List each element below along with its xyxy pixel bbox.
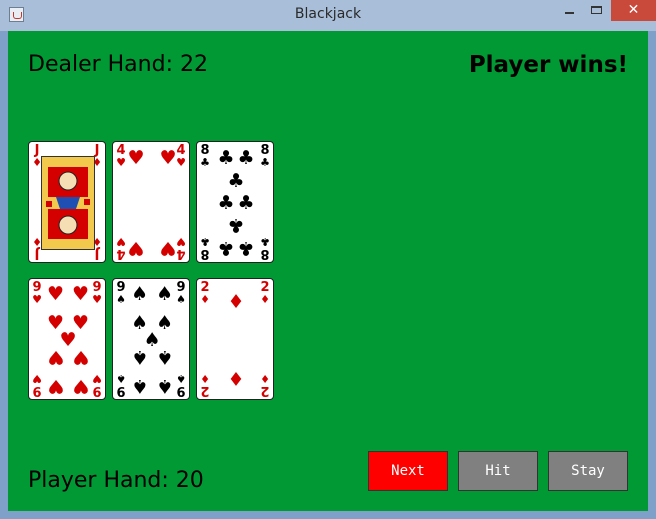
maximize-icon [591, 6, 602, 14]
card-rank: 8 [200, 246, 210, 261]
result-message: Player wins! [468, 52, 628, 78]
card-pips: ♣ ♣ ♣ ♣ ♣ ♣ ♣ ♣ [211, 149, 261, 259]
suit-pip-icon: ♠ [155, 374, 174, 397]
dealer-card: 8 ♣ 8 ♣ 8 ♣ 8 ♣ ♣ ♣ ♣ ♣ ♣ ♣ ♣ ♣ [196, 141, 274, 263]
card-rank: 2 [260, 383, 270, 398]
card-corner-index: 2 ♦ [199, 281, 211, 306]
card-corner-index: 8 ♣ [199, 144, 211, 169]
card-rank: 8 [260, 246, 270, 261]
suit-pip-icon: ♦ [227, 291, 245, 314]
card-rank: 9 [116, 383, 126, 398]
card-rank: 9 [176, 383, 186, 398]
card-pips: ♠ ♠ ♠ ♠ ♠ ♠ ♠ ♠ ♠ [127, 285, 177, 397]
card-rank: 2 [200, 383, 210, 398]
card-corner-index: 2 ♦ [199, 372, 211, 398]
minimize-button[interactable] [556, 0, 583, 21]
card-rank: 4 [116, 246, 126, 261]
player-card: 9 ♠ 9 ♠ 9 ♠ 9 ♠ ♠ ♠ ♠ ♠ ♠ ♠ ♠ ♠ ♠ [112, 278, 190, 400]
suit-pip-icon: ♣ [237, 191, 255, 214]
card-corner-index: 8 ♣ [199, 235, 211, 261]
card-suit-icon: ♣ [200, 156, 210, 169]
card-rank: J [94, 246, 100, 261]
jack-face-art [41, 156, 95, 250]
card-suit-icon: ♥ [32, 372, 42, 385]
suit-pip-icon: ♥ [46, 283, 65, 306]
suit-pip-icon: ♥ [46, 374, 65, 397]
card-corner-index: 9 ♠ [115, 281, 127, 306]
card-rank: 9 [92, 383, 102, 398]
player-card: 9 ♥ 9 ♥ 9 ♥ 9 ♥ ♥ ♥ ♥ ♥ ♥ ♥ ♥ ♥ ♥ [28, 278, 106, 400]
suit-pip-icon: ♥ [71, 346, 90, 369]
card-pips: ♥ ♥ ♥ ♥ [127, 149, 177, 259]
suit-pip-icon: ♣ [217, 147, 235, 170]
card-corner-index: 9 ♥ [31, 372, 43, 398]
suit-pip-icon: ♠ [130, 346, 149, 369]
minimize-icon [565, 12, 574, 14]
suit-pip-icon: ♣ [237, 147, 255, 170]
card-pips: ♦ ♦ [211, 291, 261, 389]
suit-pip-icon: ♥ [46, 346, 65, 369]
suit-pip-icon: ♠ [130, 283, 149, 306]
game-table: Dealer Hand: 22 Player wins! J ♦ J ♦ J ♦ J ♦ 4 ♥ 4… [8, 31, 648, 511]
close-button[interactable]: ✕ [611, 0, 656, 21]
suit-pip-icon: ♥ [127, 236, 145, 259]
card-pips: ♥ ♥ ♥ ♥ ♥ ♥ ♥ ♥ ♥ [43, 285, 93, 397]
suit-pip-icon: ♦ [227, 366, 245, 389]
suit-pip-icon: ♣ [227, 169, 245, 192]
suit-pip-icon: ♠ [130, 374, 149, 397]
suit-pip-icon: ♥ [71, 283, 90, 306]
app-window: Blackjack ✕ Dealer Hand: 22 Player wins!… [0, 0, 656, 519]
dealer-hand-label: Dealer Hand: 22 [28, 52, 208, 77]
suit-pip-icon: ♥ [159, 147, 177, 170]
suit-pip-icon: ♥ [127, 147, 145, 170]
card-corner-index: 9 ♠ [115, 372, 127, 398]
maximize-button[interactable] [583, 0, 610, 21]
card-suit-icon: ♠ [116, 372, 126, 385]
dealer-card: J ♦ J ♦ J ♦ J ♦ [28, 141, 106, 263]
card-suit-icon: ♦ [200, 372, 210, 385]
card-suit-icon: ♣ [200, 235, 210, 248]
close-icon: ✕ [627, 2, 640, 18]
title-bar[interactable]: Blackjack ✕ [0, 0, 656, 31]
card-suit-icon: ♥ [32, 293, 42, 306]
stay-button[interactable]: Stay [548, 451, 628, 491]
next-button[interactable]: Next [368, 451, 448, 491]
suit-pip-icon: ♠ [155, 283, 174, 306]
suit-pip-icon: ♥ [71, 374, 90, 397]
suit-pip-icon: ♣ [217, 191, 235, 214]
player-card: 2 ♦ 2 ♦ 2 ♦ 2 ♦ ♦ ♦ [196, 278, 274, 400]
card-rank: J [34, 246, 40, 261]
dealer-card: 4 ♥ 4 ♥ 4 ♥ 4 ♥ ♥ ♥ ♥ ♥ [112, 141, 190, 263]
card-suit-icon: ♠ [116, 293, 126, 306]
card-corner-index: 9 ♥ [31, 281, 43, 306]
card-rank: 9 [32, 383, 42, 398]
card-suit-icon: ♦ [200, 293, 210, 306]
suit-pip-icon: ♣ [237, 236, 255, 259]
suit-pip-icon: ♣ [227, 214, 245, 237]
suit-pip-icon: ♣ [217, 236, 235, 259]
hit-button[interactable]: Hit [458, 451, 538, 491]
suit-pip-icon: ♥ [159, 236, 177, 259]
suit-pip-icon: ♠ [155, 346, 174, 369]
player-hand-label: Player Hand: 20 [28, 468, 204, 493]
